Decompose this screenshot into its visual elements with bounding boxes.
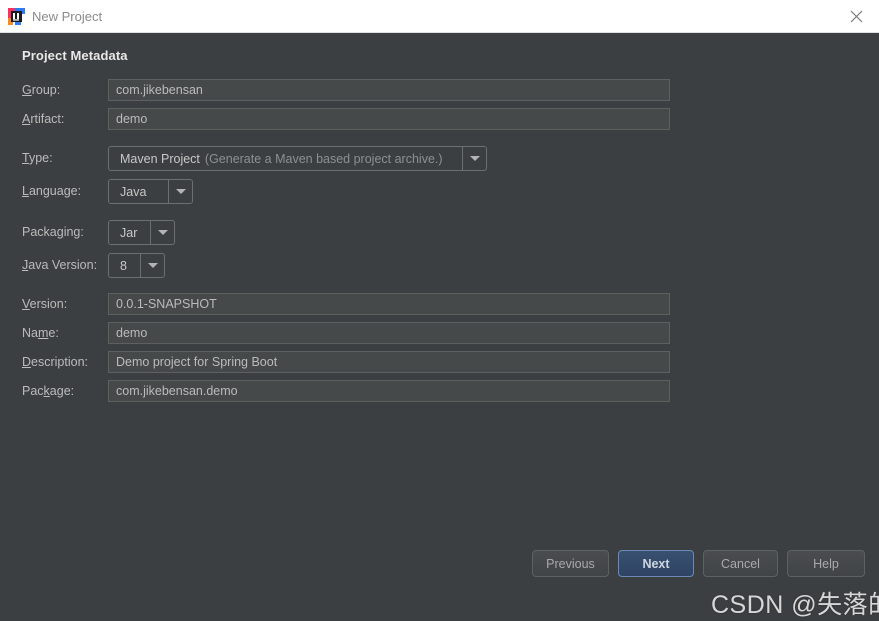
java-version-selected-value: 8 (109, 254, 140, 277)
version-label: Version: (22, 297, 68, 311)
description-label: Description: (22, 355, 89, 369)
group-label: Group: (22, 83, 61, 97)
intellij-idea-icon (8, 8, 25, 25)
cancel-button[interactable]: Cancel (703, 550, 778, 577)
type-selected-value: Maven Project (Generate a Maven based pro… (109, 147, 462, 170)
version-input[interactable]: 0.0.1-SNAPSHOT (108, 293, 670, 315)
language-selected-value: Java (109, 180, 168, 203)
type-value-text: Maven Project (120, 151, 200, 166)
name-label: Name: (22, 326, 59, 340)
help-button[interactable]: Help (787, 550, 865, 577)
chevron-down-icon[interactable] (140, 254, 164, 277)
next-button[interactable]: Next (618, 550, 694, 577)
language-label: Language: (22, 184, 82, 198)
packaging-combobox[interactable]: Jar (108, 220, 175, 245)
java-version-label: Java Version: (22, 258, 98, 272)
chevron-down-icon[interactable] (150, 221, 174, 244)
language-combobox[interactable]: Java (108, 179, 193, 204)
dialog-content: Project Metadata Group: com.jikebensan Art… (0, 33, 879, 619)
section-title: Project Metadata (22, 48, 128, 63)
java-version-value-text: 8 (120, 258, 127, 273)
window-title: New Project (32, 9, 103, 24)
packaging-value-text: Jar (120, 225, 138, 240)
package-label: Package: (22, 384, 75, 398)
chevron-down-icon[interactable] (462, 147, 486, 170)
chevron-down-icon[interactable] (168, 180, 192, 203)
csdn-watermark: CSDN @失落的爱 (711, 591, 879, 619)
java-version-combobox[interactable]: 8 (108, 253, 165, 278)
name-input[interactable]: demo (108, 322, 670, 344)
group-input[interactable]: com.jikebensan (108, 79, 670, 101)
packaging-selected-value: Jar (109, 221, 150, 244)
language-value-text: Java (120, 184, 147, 199)
artifact-input[interactable]: demo (108, 108, 670, 130)
new-project-dialog-window: New Project Project Metadata Group: com.j… (0, 0, 879, 619)
previous-button[interactable]: Previous (532, 550, 609, 577)
description-input[interactable]: Demo project for Spring Boot (108, 351, 670, 373)
artifact-label: Artifact: (22, 112, 65, 126)
type-combobox[interactable]: Maven Project (Generate a Maven based pro… (108, 146, 487, 171)
type-value-hint: (Generate a Maven based project archive.… (204, 151, 443, 166)
package-input[interactable]: com.jikebensan.demo (108, 380, 670, 402)
packaging-label: Packaging: (22, 225, 84, 239)
close-icon[interactable] (833, 0, 879, 32)
type-label: Type: (22, 151, 53, 165)
title-bar: New Project (0, 0, 879, 33)
